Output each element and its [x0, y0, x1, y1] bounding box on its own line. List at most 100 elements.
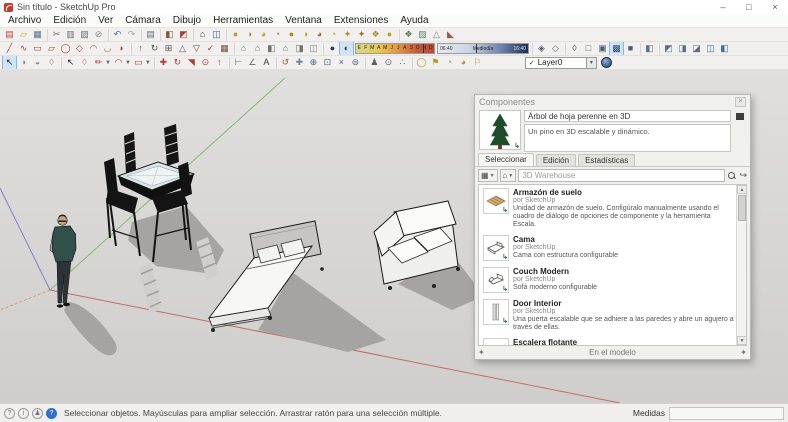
warehouse-icon[interactable]: ◫ [210, 28, 223, 41]
protractor-icon[interactable]: ∠ [246, 56, 259, 69]
right-view-icon[interactable]: ◪ [690, 42, 703, 55]
menu-herramientas[interactable]: Herramientas [207, 14, 279, 28]
zoom-icon[interactable]: ⊕ [307, 56, 320, 69]
zoom-extents-icon[interactable]: × [335, 56, 348, 69]
line-dd-icon[interactable]: ✏ [92, 56, 105, 69]
building-2-icon[interactable]: ⌂ [251, 42, 264, 55]
rotate-icon[interactable]: ↻ [171, 56, 184, 69]
shaded-icon[interactable]: ▣ [596, 42, 609, 55]
open-icon[interactable]: ▱ [17, 28, 30, 41]
menu-archivo[interactable]: Archivo [2, 14, 47, 28]
left-view-icon[interactable]: ◧ [718, 42, 731, 55]
tab-edicion[interactable]: Edición [536, 154, 576, 166]
offset-icon[interactable]: ⊞ [162, 42, 175, 55]
component-list-item[interactable]: ↳Camapor SketchUpCama con estructura con… [479, 232, 736, 264]
monochrome-icon[interactable]: ■ [624, 42, 637, 55]
menu-dibujo[interactable]: Dibujo [167, 14, 207, 28]
print-icon[interactable]: ▤ [144, 28, 157, 41]
entity-info-icon[interactable]: ◩ [177, 28, 190, 41]
tab-estadisticas[interactable]: Estadísticas [578, 154, 635, 166]
maximize-button[interactable]: □ [736, 0, 762, 14]
prev-collection-icon[interactable]: ✦ [478, 348, 485, 357]
tab-seleccionar[interactable]: Seleccionar [478, 153, 534, 166]
text-icon[interactable]: A [260, 56, 273, 69]
2pt-arc-icon[interactable]: ◡ [101, 42, 114, 55]
from-contours-icon[interactable]: △ [176, 42, 189, 55]
plugin-4-icon[interactable]: ◔ [271, 28, 284, 41]
component-thumbnail[interactable]: ↳ [483, 299, 509, 325]
toggle-shadows-icon[interactable]: ● [326, 42, 339, 55]
paste-icon[interactable]: ▨ [78, 28, 91, 41]
shaded-textures-icon[interactable]: ▩ [610, 42, 623, 55]
building-4-icon[interactable]: ⌂ [279, 42, 292, 55]
component-thumbnail[interactable]: ↳ [483, 338, 509, 345]
rectangle-icon[interactable]: ▭ [31, 42, 44, 55]
chevron-down-icon[interactable]: ▼ [125, 60, 131, 66]
zoom-window-icon[interactable]: ⊡ [321, 56, 334, 69]
section-cuts-icon[interactable]: ◕ [457, 56, 470, 69]
component-list-item[interactable]: ↳Armazón de suelopor SketchUpUnidad de a… [479, 185, 736, 232]
rotated-rectangle-icon[interactable]: ▱ [45, 42, 58, 55]
home-icon[interactable]: ⌂ [196, 28, 209, 41]
layer-dropdown-icon[interactable]: ▾ [587, 57, 597, 69]
plugin-11-icon[interactable]: ❖ [369, 28, 382, 41]
components-panel-titlebar[interactable]: Componentes × [475, 95, 750, 108]
chevron-down-icon[interactable]: ▼ [145, 60, 151, 66]
top-view-icon[interactable]: ◩ [662, 42, 675, 55]
toggle-terrain-icon[interactable]: ▨ [416, 28, 429, 41]
line-icon[interactable]: ╱ [3, 42, 16, 55]
lasso-icon[interactable]: ◑ [17, 56, 30, 69]
plugin-3-icon[interactable]: ◕ [257, 28, 270, 41]
xray-icon[interactable]: ◈ [535, 42, 548, 55]
plugin-8-icon[interactable]: ◔ [327, 28, 340, 41]
next-collection-icon[interactable]: ✦ [740, 348, 747, 357]
plugin-1-icon[interactable]: ● [229, 28, 242, 41]
section-plane-icon[interactable]: ◯ [415, 56, 428, 69]
menu-extensiones[interactable]: Extensiones [328, 14, 394, 28]
pushpull-icon[interactable]: ↑ [134, 42, 147, 55]
undo-icon[interactable]: ↶ [111, 28, 124, 41]
extension-warehouse-icon[interactable]: ◣ [444, 28, 457, 41]
tape-measure-icon[interactable]: ⊢ [232, 56, 245, 69]
pie-icon[interactable]: ◗ [115, 42, 128, 55]
plugin-7-icon[interactable]: ◕ [313, 28, 326, 41]
smoove-icon[interactable]: ▽ [190, 42, 203, 55]
position-camera-icon[interactable]: ♟ [368, 56, 381, 69]
advance-icon[interactable]: ↪ [739, 170, 747, 181]
component-list-item[interactable]: ↳Escalera flotantepor SketchUpEscalera f… [479, 335, 736, 345]
scroll-down-icon[interactable]: ▼ [737, 336, 747, 345]
scale-icon[interactable]: ◥ [185, 56, 198, 69]
menu-ayuda[interactable]: Ayuda [394, 14, 434, 28]
section-display-icon[interactable]: ◔ [443, 56, 456, 69]
layer-combo-box[interactable]: ✓Layer0 [525, 57, 587, 69]
drape-icon[interactable]: ▦ [218, 42, 231, 55]
layer-manager-icon[interactable] [601, 57, 612, 68]
new-icon[interactable]: ▤ [3, 28, 16, 41]
component-name-field[interactable]: Árbol de hoja perenne en 3D [524, 110, 731, 122]
eraser-2-icon[interactable]: ◊ [78, 56, 91, 69]
scrollbar-thumb[interactable] [738, 195, 746, 221]
offset-tool-icon[interactable]: ⊙ [199, 56, 212, 69]
orbit-icon[interactable]: ↺ [279, 56, 292, 69]
plugin-6-icon[interactable]: ◑ [299, 28, 312, 41]
building-3-icon[interactable]: ◧ [265, 42, 278, 55]
followme-icon[interactable]: ↻ [148, 42, 161, 55]
component-preview-thumbnail[interactable]: ↳ [479, 110, 521, 150]
erase-icon[interactable]: ⊘ [92, 28, 105, 41]
select-icon[interactable]: ↖ [3, 56, 16, 69]
search-input[interactable] [518, 169, 725, 182]
move-icon[interactable]: ✚ [157, 56, 170, 69]
plugin-5-icon[interactable]: ● [285, 28, 298, 41]
copy-icon[interactable]: ▥ [64, 28, 77, 41]
component-list-item[interactable]: ↳Couch Modernpor SketchUpSofá moderno co… [479, 264, 736, 296]
wireframe-icon[interactable]: ◊ [568, 42, 581, 55]
question-badge-icon[interactable]: ? [46, 408, 57, 419]
view-mode-button[interactable]: ▦▼ [478, 169, 498, 182]
back-view-icon[interactable]: ◫ [704, 42, 717, 55]
circle-icon[interactable]: ◯ [59, 42, 72, 55]
hidden-line-icon[interactable]: □ [582, 42, 595, 55]
back-edges-icon[interactable]: ◇ [549, 42, 562, 55]
scroll-up-icon[interactable]: ▲ [737, 185, 747, 194]
rect-dd-icon[interactable]: ▭ [132, 56, 145, 69]
arc-dd-icon[interactable]: ◠ [112, 56, 125, 69]
